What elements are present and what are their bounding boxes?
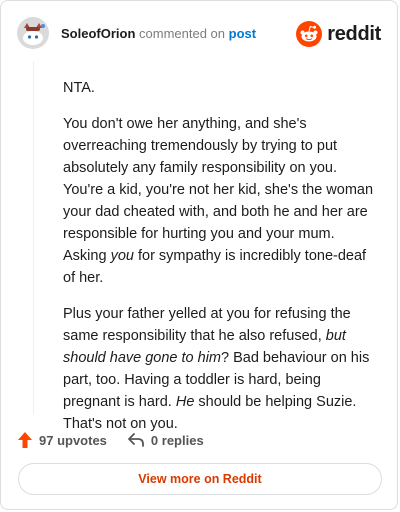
upvote-count: 97 upvotes	[39, 432, 107, 448]
upvote-button[interactable]: 97 upvotes	[17, 431, 107, 449]
byline-action-text: commented on	[139, 26, 226, 41]
avatar[interactable]	[17, 17, 49, 49]
reddit-wordmark: reddit	[327, 22, 381, 45]
comment-paragraph: NTA.	[63, 77, 379, 99]
reddit-logo[interactable]: reddit	[296, 20, 381, 48]
reddit-snoo-icon	[296, 21, 323, 47]
snoo-avatar-icon	[17, 17, 49, 49]
comment-paragraph: You don't owe her anything, and she's ov…	[63, 113, 379, 289]
comment-header: SoleofOrion commented on post reddit	[17, 13, 381, 53]
comment-paragraph: Plus your father yelled at you for refus…	[63, 303, 379, 435]
reply-count: 0 replies	[150, 432, 204, 448]
comment-emphasis: you	[110, 248, 134, 264]
comment-text: Plus your father yelled at you for refus…	[63, 306, 351, 344]
comment-body: NTA. You don't owe her anything, and she'…	[63, 77, 379, 449]
comment-card: SoleofOrion commented on post reddit NTA…	[0, 0, 398, 510]
thread-line	[33, 61, 34, 415]
post-link[interactable]: post	[229, 26, 256, 41]
comment-emphasis: He	[175, 394, 195, 410]
byline: SoleofOrion commented on post	[61, 26, 256, 42]
comment-text: You don't owe her anything, and she's ov…	[63, 116, 374, 264]
reply-arrow-icon	[128, 433, 144, 447]
view-more-on-reddit-button[interactable]: View more on Reddit	[18, 463, 382, 495]
upvote-arrow-icon	[18, 432, 32, 448]
comment-footer: 97 upvotes 0 replies	[17, 429, 224, 451]
username-link[interactable]: SoleofOrion	[61, 26, 135, 41]
reply-button[interactable]: 0 replies	[127, 432, 204, 448]
comment-text: NTA.	[63, 80, 95, 96]
